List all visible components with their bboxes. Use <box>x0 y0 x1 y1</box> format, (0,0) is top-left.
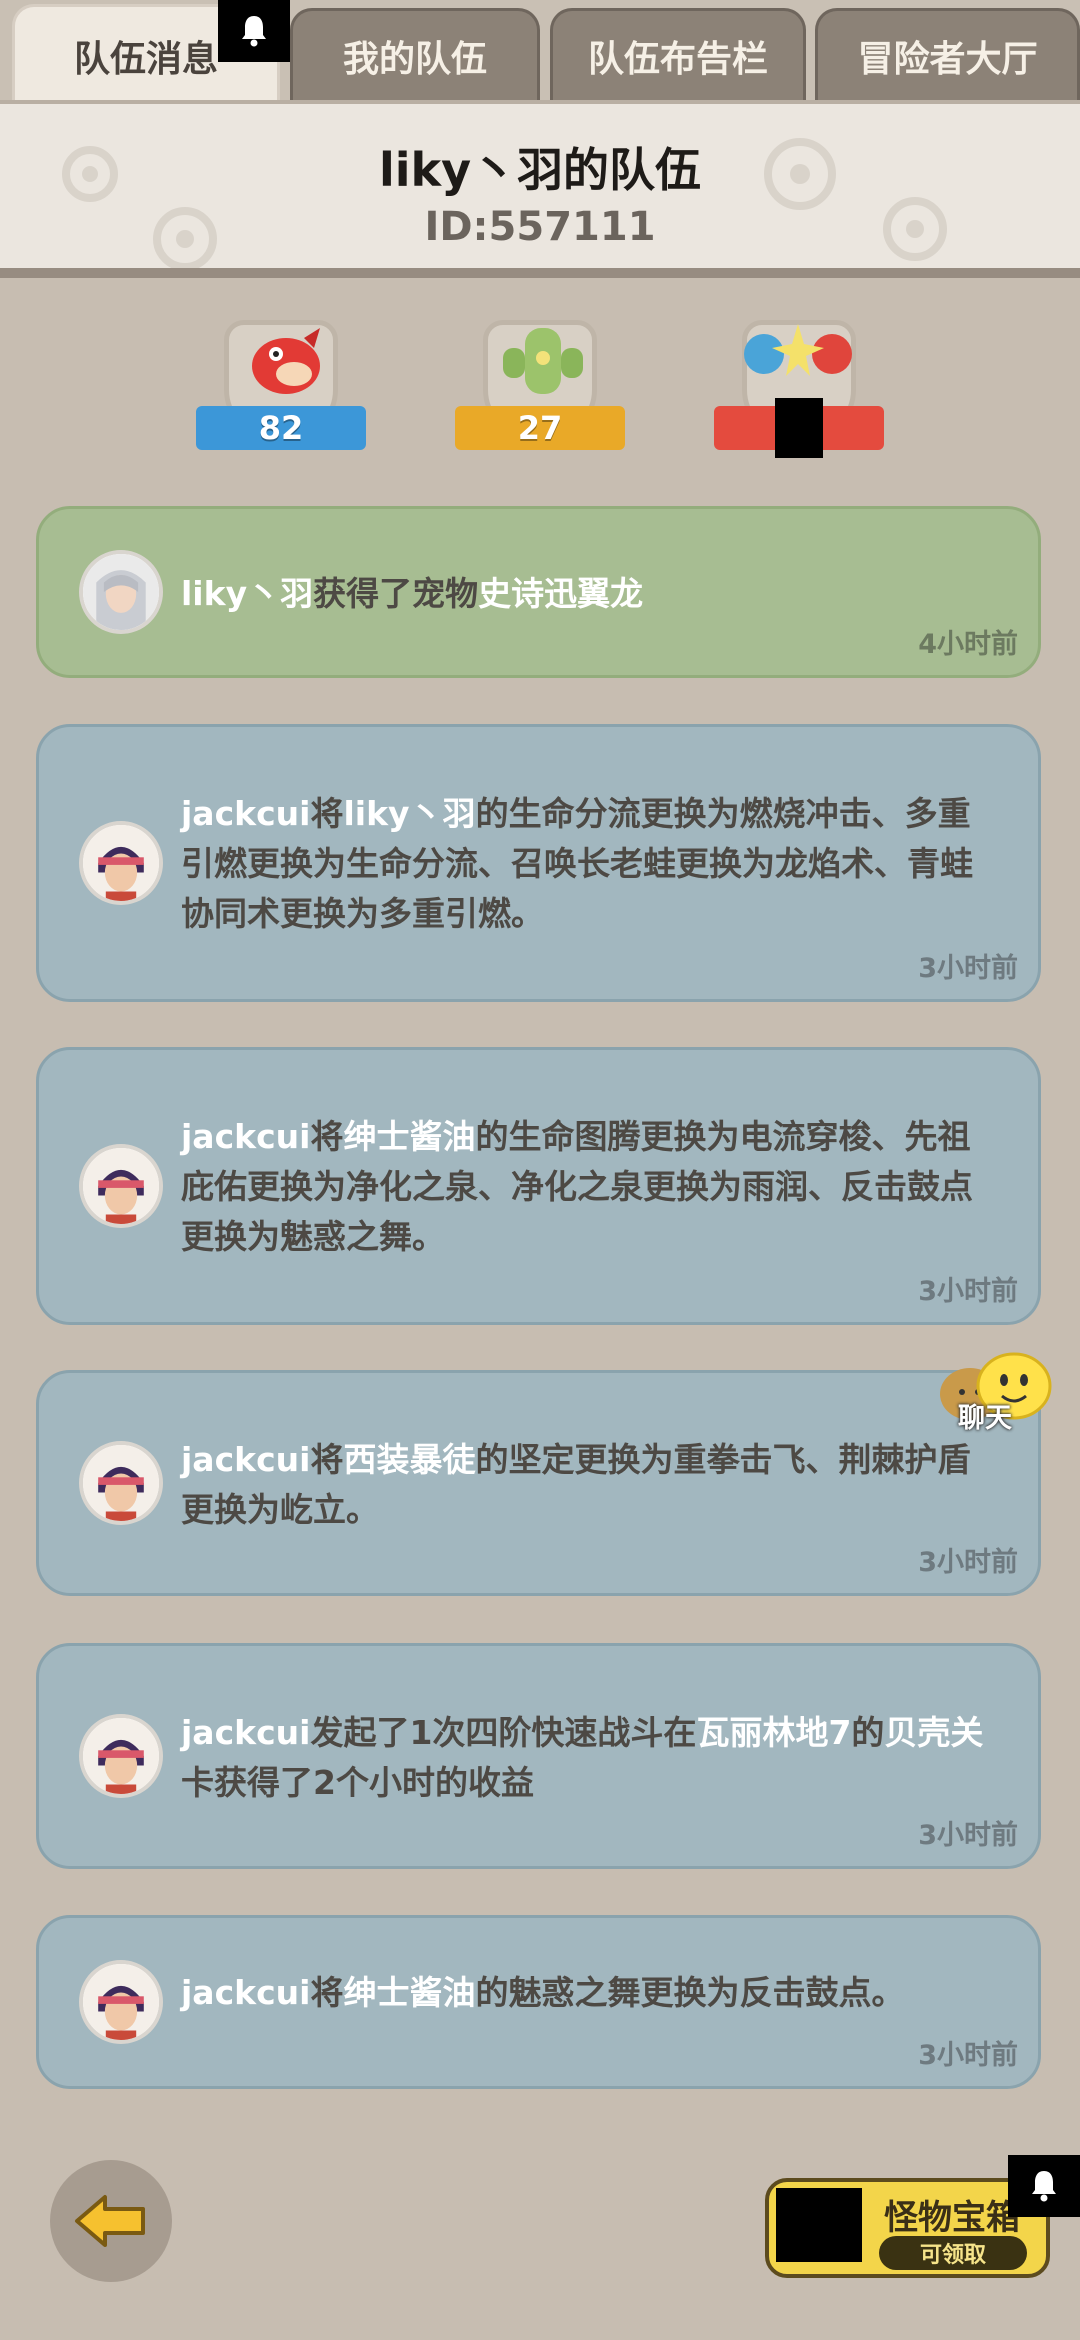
tab-team-board[interactable]: 队伍布告栏 <box>550 8 806 100</box>
message-card[interactable]: jackcui将西装暴徒的坚定更换为重拳击飞、荆棘护盾更换为屹立。 3小时前 <box>36 1370 1041 1596</box>
message-time: 3小时前 <box>918 2040 1018 2071</box>
message-card[interactable]: jackcui将liky丶羽的生命分流更换为燃烧冲击、多重引燃更换为生命分流、召… <box>36 724 1041 1002</box>
headband-avatar[interactable] <box>79 1960 163 2044</box>
highlighted-text[interactable]: 西装暴徒 <box>343 1440 475 1479</box>
tab-bar: 队伍消息 我的队伍 队伍布告栏 冒险者大厅 <box>0 0 1080 104</box>
message-card[interactable]: liky丶羽获得了宠物史诗迅翼龙 4小时前 <box>36 506 1041 678</box>
highlighted-text[interactable]: 史诗迅翼龙 <box>478 574 643 613</box>
message-text: jackcui将西装暴徒的坚定更换为重拳击飞、荆棘护盾更换为屹立。 <box>181 1435 1001 1535</box>
badge-value: 27 <box>455 406 625 450</box>
highlighted-text[interactable]: jackcui <box>181 1973 310 2012</box>
team-name: liky丶羽的队伍 <box>378 143 702 197</box>
message-text-segment: 的 <box>851 1713 885 1752</box>
chat-label: 聊天 <box>958 1403 1012 1434</box>
back-arrow-icon <box>75 2195 145 2247</box>
message-time: 3小时前 <box>918 953 1018 984</box>
silver-hair-avatar[interactable] <box>79 550 163 634</box>
message-text-segment: 的魅惑之舞更换为反击鼓点。 <box>475 1973 905 2012</box>
chest-title: 怪物宝箱 <box>884 2198 1020 2238</box>
message-text: jackcui将绅士酱油的魅惑之舞更换为反击鼓点。 <box>181 1968 1001 2018</box>
message-time: 3小时前 <box>918 1820 1018 1851</box>
message-text-segment: 将 <box>310 1117 344 1156</box>
badge-pet-count[interactable]: 82 <box>196 314 366 464</box>
message-text-segment: 卡获得了2个小时的收益 <box>181 1763 534 1802</box>
message-text-segment: 将 <box>310 794 344 833</box>
team-header: liky丶羽的队伍 ID:557111 <box>0 100 1080 278</box>
message-text-segment: 发起了1次四阶快速战斗在 <box>310 1713 697 1752</box>
message-text: jackcui将liky丶羽的生命分流更换为燃烧冲击、多重引燃更换为生命分流、召… <box>181 789 1001 939</box>
team-id: ID:557111 <box>424 204 656 250</box>
redacted-area <box>776 2188 862 2262</box>
bell-icon[interactable] <box>218 0 290 62</box>
highlighted-text[interactable]: liky丶羽 <box>181 574 313 613</box>
message-text-segment: 将 <box>310 1973 344 2012</box>
headband-avatar[interactable] <box>79 821 163 905</box>
message-time: 3小时前 <box>918 1547 1018 1578</box>
highlighted-text[interactable]: 贝壳关 <box>884 1713 983 1752</box>
green-cactus-icon <box>503 328 583 394</box>
highlighted-text[interactable]: jackcui <box>181 1440 310 1479</box>
message-text-segment: 获得了宠物 <box>313 574 479 613</box>
highlighted-text[interactable]: liky丶羽 <box>343 794 475 833</box>
message-card[interactable]: jackcui发起了1次四阶快速战斗在瓦丽林地7的贝壳关卡获得了2个小时的收益 3… <box>36 1643 1041 1869</box>
chest-claim-label: 可领取 <box>879 2236 1027 2270</box>
message-text-segment: 将 <box>310 1440 344 1479</box>
highlighted-text[interactable]: 瓦丽林地7 <box>696 1713 851 1752</box>
message-card[interactable]: jackcui将绅士酱油的魅惑之舞更换为反击鼓点。 3小时前 <box>36 1915 1041 2089</box>
message-time: 4小时前 <box>918 629 1018 660</box>
headband-avatar[interactable] <box>79 1714 163 1798</box>
badge-plant-count[interactable]: 27 <box>455 314 625 464</box>
back-button[interactable] <box>50 2160 172 2282</box>
tab-label: 队伍消息 <box>73 38 218 80</box>
badge-value: 82 <box>196 406 366 450</box>
message-time: 3小时前 <box>918 1276 1018 1307</box>
redacted-area <box>775 398 823 458</box>
tab-my-team[interactable]: 我的队伍 <box>290 8 540 100</box>
chat-button[interactable]: 聊天 <box>934 1330 1054 1440</box>
tab-adventurer-hall[interactable]: 冒险者大厅 <box>815 8 1080 100</box>
tab-label: 我的队伍 <box>342 38 487 80</box>
message-text: jackcui将绅士酱油的生命图腾更换为电流穿梭、先祖庇佑更换为净化之泉、净化之… <box>181 1112 1001 1262</box>
tab-label: 冒险者大厅 <box>857 38 1038 80</box>
message-text: liky丶羽获得了宠物史诗迅翼龙 <box>181 569 1001 619</box>
highlighted-text[interactable]: jackcui <box>181 794 310 833</box>
headband-avatar[interactable] <box>79 1144 163 1228</box>
tab-label: 队伍布告栏 <box>587 38 768 80</box>
highlighted-text[interactable]: 绅士酱油 <box>343 1117 475 1156</box>
battle-heroes-icon <box>744 324 852 376</box>
message-text: jackcui发起了1次四阶快速战斗在瓦丽林地7的贝壳关卡获得了2个小时的收益 <box>181 1708 1001 1808</box>
highlighted-text[interactable]: jackcui <box>181 1713 310 1752</box>
highlighted-text[interactable]: jackcui <box>181 1117 310 1156</box>
highlighted-text[interactable]: 绅士酱油 <box>343 1973 475 2012</box>
headband-avatar[interactable] <box>79 1441 163 1525</box>
bell-icon[interactable] <box>1008 2155 1080 2217</box>
message-card[interactable]: jackcui将绅士酱油的生命图腾更换为电流穿梭、先祖庇佑更换为净化之泉、净化之… <box>36 1047 1041 1325</box>
red-dragon-icon <box>252 328 320 394</box>
